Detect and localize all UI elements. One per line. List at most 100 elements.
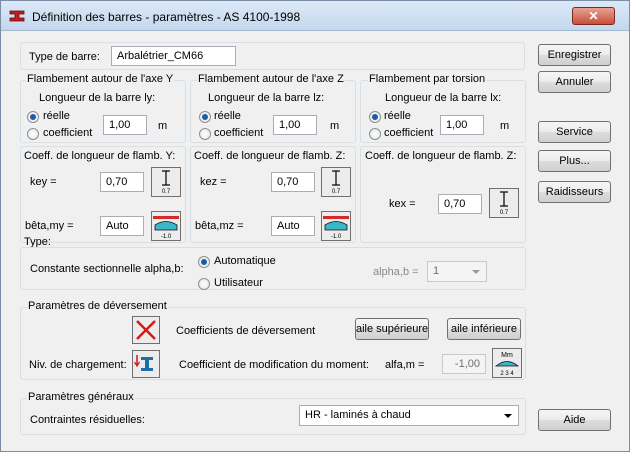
alpha-value-select[interactable]: 1: [427, 261, 487, 282]
alpha-label: Constante sectionnelle alpha,b:: [30, 263, 184, 275]
coef-y-panel: Coeff. de longueur de flamb. Y: key = 0,…: [20, 146, 186, 243]
cancel-button[interactable]: Annuler: [538, 71, 611, 93]
buckling-x-length-input[interactable]: 1,00: [440, 115, 484, 135]
alpha-user-label: Utilisateur: [214, 277, 263, 289]
member-type-label: Type de barre:: [29, 51, 100, 63]
beta-mz-input[interactable]: Auto: [271, 216, 315, 236]
buckling-y-coef-button[interactable]: 0.7: [151, 167, 181, 197]
load-level-button[interactable]: [132, 350, 160, 378]
beta-mz-button[interactable]: -1.0: [321, 211, 351, 241]
stiffeners-button[interactable]: Raidisseurs: [538, 181, 611, 203]
residual-stress-value: HR - laminés à chaud: [305, 409, 411, 421]
key-input[interactable]: 0,70: [100, 172, 144, 192]
kex-label: kex =: [389, 198, 416, 210]
beta-my-label: bêta,my =: [25, 220, 74, 232]
alfa-m-label: alfa,m =: [385, 359, 425, 371]
buckling-z-coef-label: coefficient: [214, 127, 264, 139]
beta-mz-label: bêta,mz =: [195, 220, 244, 232]
buckling-z-coef-radio[interactable]: [199, 128, 211, 140]
alpha-value-label: alpha,b =: [373, 266, 419, 278]
buckling-x-real-label: réelle: [384, 110, 411, 122]
close-button[interactable]: ✕: [572, 7, 615, 25]
buckling-x-unit: m: [500, 120, 510, 132]
column-buckling-icon: 0.7: [332, 170, 341, 195]
buckling-x-real-radio[interactable]: [369, 111, 381, 123]
chevron-down-icon: [472, 270, 480, 274]
load-level-label: Niv. de chargement:: [29, 359, 127, 371]
buckling-y-real-label: réelle: [43, 110, 70, 122]
member-type-panel: Type de barre: Arbalétrier_CM66: [20, 42, 525, 70]
residual-stress-label: Contraintes résiduelles:: [30, 414, 145, 426]
svg-text:0.7: 0.7: [332, 189, 341, 195]
window-title: Définition des barres - paramètres - AS …: [32, 10, 301, 24]
alpha-panel: Constante sectionnelle alpha,b: Automati…: [20, 247, 526, 290]
more-button[interactable]: Plus...: [538, 150, 611, 172]
dialog-window: Définition des barres - paramètres - AS …: [0, 0, 630, 452]
moment-distribution-icon: Mm 2 3 4: [494, 352, 520, 377]
svg-text:-1.0: -1.0: [161, 234, 172, 240]
buckling-z-title: Flambement autour de l'axe Z: [197, 73, 345, 85]
ltb-panel: Coefficients de déversement aile supérie…: [20, 307, 526, 380]
buckling-x-coef-label: coefficient: [384, 127, 434, 139]
buckling-z-length-label: Longueur de la barre lz:: [208, 92, 325, 104]
buckling-z-unit: m: [330, 120, 340, 132]
coef-y-title: Coeff. de longueur de flamb. Y:: [24, 150, 176, 162]
kex-input[interactable]: 0,70: [438, 194, 482, 214]
beam-section-icon: [133, 355, 153, 371]
alpha-user-radio[interactable]: [198, 278, 210, 290]
moment-coef-label: Coefficient de modification du moment:: [179, 359, 369, 371]
general-title: Paramètres généraux: [27, 391, 135, 403]
buckling-y-coef-radio[interactable]: [27, 128, 39, 140]
svg-text:Mm: Mm: [501, 352, 513, 359]
alpha-auto-radio[interactable]: [198, 256, 210, 268]
buckling-z-real-label: réelle: [214, 110, 241, 122]
lower-flange-button[interactable]: aile inférieure: [447, 318, 521, 340]
buckling-y-length-input[interactable]: 1,00: [103, 115, 147, 135]
buckling-x-panel: Longueur de la barre lx: réelle coeffici…: [360, 80, 526, 143]
buckling-y-coef-label: coefficient: [43, 127, 93, 139]
moment-diagram-icon: -1.0: [323, 216, 349, 240]
general-panel: Contraintes résiduelles: HR - laminés à …: [20, 398, 526, 435]
alfa-m-input[interactable]: -1,00: [442, 354, 486, 374]
moment-diagram-icon: -1.0: [153, 216, 179, 240]
buckling-z-length-input[interactable]: 1,00: [273, 115, 317, 135]
column-buckling-icon: 0.7: [500, 191, 509, 216]
svg-text:0.7: 0.7: [500, 210, 509, 216]
svg-text:2 3 4: 2 3 4: [500, 371, 514, 377]
buckling-x-coef-radio[interactable]: [369, 128, 381, 140]
moment-coef-button[interactable]: Mm 2 3 4: [492, 348, 522, 378]
coef-z-title: Coeff. de longueur de flamb. Z:: [194, 150, 346, 162]
buckling-x-length-label: Longueur de la barre lx:: [385, 92, 502, 104]
coef-x-panel: Coeff. de longueur de flamb. Z: kex = 0,…: [360, 146, 526, 243]
buckling-y-title: Flambement autour de l'axe Y: [26, 73, 175, 85]
help-button[interactable]: Aide: [538, 409, 611, 431]
beta-my-input[interactable]: Auto: [100, 216, 144, 236]
buckling-y-length-label: Longueur de la barre ly:: [39, 92, 156, 104]
svg-text:0.7: 0.7: [162, 189, 171, 195]
error-cross-icon: [136, 320, 156, 340]
buckling-y-real-radio[interactable]: [27, 111, 39, 123]
coef-x-title: Coeff. de longueur de flamb. Z:: [365, 150, 517, 162]
save-button[interactable]: Enregistrer: [538, 44, 611, 66]
member-type-field[interactable]: Arbalétrier_CM66: [111, 46, 236, 66]
buckling-z-real-radio[interactable]: [199, 111, 211, 123]
coef-z-panel: Coeff. de longueur de flamb. Z: kez = 0,…: [190, 146, 356, 243]
buckling-z-coef-button[interactable]: 0.7: [321, 167, 351, 197]
svg-text:-1.0: -1.0: [331, 234, 342, 240]
buckling-y-unit: m: [158, 120, 168, 132]
residual-stress-select[interactable]: HR - laminés à chaud: [299, 405, 519, 426]
alpha-value-text: 1: [433, 265, 440, 277]
beta-my-button[interactable]: -1.0: [151, 211, 181, 241]
buckling-y-panel: Longueur de la barre ly: réelle coeffici…: [20, 80, 186, 143]
column-buckling-icon: 0.7: [162, 170, 171, 195]
kez-input[interactable]: 0,70: [271, 172, 315, 192]
ltb-title: Paramètres de déversement: [27, 300, 168, 312]
buckling-x-coef-button[interactable]: 0.7: [489, 188, 519, 218]
buckling-x-title: Flambement par torsion: [368, 73, 487, 85]
upper-flange-button[interactable]: aile supérieure: [355, 318, 429, 340]
app-icon: [9, 10, 25, 22]
alpha-auto-label: Automatique: [214, 255, 276, 267]
key-label: key =: [30, 176, 57, 188]
ltb-coef-button[interactable]: [132, 316, 160, 344]
service-button[interactable]: Service: [538, 121, 611, 143]
